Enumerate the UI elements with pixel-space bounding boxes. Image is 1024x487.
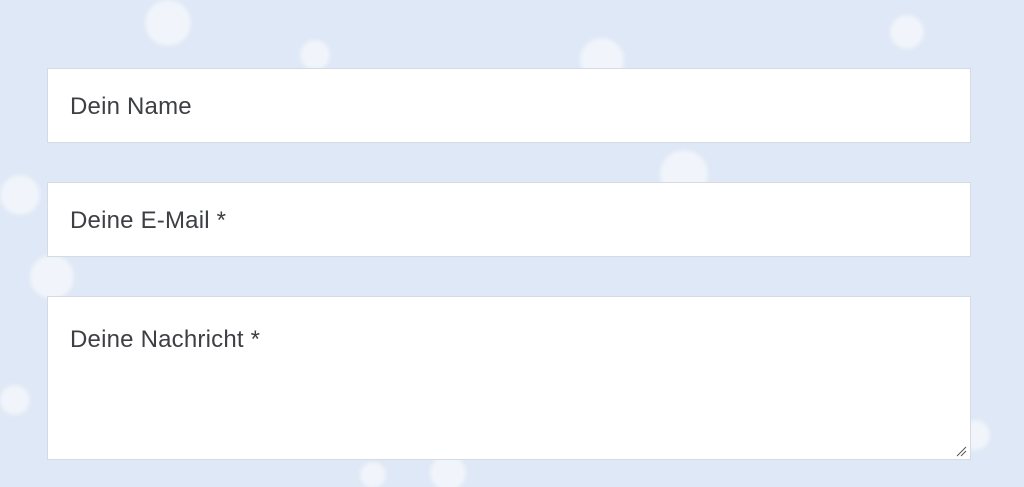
bokeh-circle xyxy=(890,15,924,49)
message-field[interactable]: Deine Nachricht * xyxy=(47,296,971,460)
resize-grip-icon[interactable] xyxy=(955,444,967,457)
bokeh-circle xyxy=(300,40,330,70)
bokeh-circle xyxy=(0,175,40,215)
message-placeholder: Deine Nachricht * xyxy=(70,326,261,353)
bokeh-circle xyxy=(0,385,30,415)
email-field[interactable]: Deine E-Mail * xyxy=(47,182,971,257)
contact-form: Dein Name Deine E-Mail * Deine Nachricht… xyxy=(47,68,971,460)
bokeh-circle xyxy=(145,0,191,46)
bokeh-circle xyxy=(360,462,386,487)
name-field[interactable]: Dein Name xyxy=(47,68,971,143)
name-placeholder: Dein Name xyxy=(70,93,192,120)
email-placeholder: Deine E-Mail * xyxy=(70,207,227,234)
